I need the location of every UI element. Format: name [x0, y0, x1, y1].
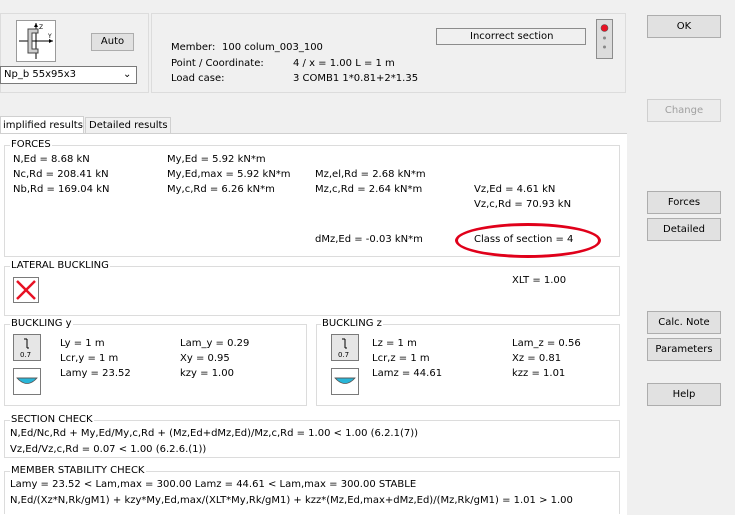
status-text: Incorrect section	[470, 31, 554, 42]
buckling-kzy: kzy = 1.00	[180, 368, 234, 379]
forces-title: FORCES	[10, 139, 52, 151]
buckling-lam-z: Lam_z = 0.56	[512, 338, 581, 349]
forces-mz-c-rd: Mz,c,Rd = 2.64 kN*m	[315, 184, 423, 195]
status-box: Incorrect section	[436, 28, 586, 45]
buckling-z-deformation-icon[interactable]	[331, 368, 359, 395]
svg-text:Z: Z	[39, 24, 43, 31]
forces-n-ed: N,Ed = 8.68 kN	[13, 154, 90, 165]
buckling-lz: Lz = 1 m	[372, 338, 417, 349]
section-check-line1: N,Ed/Nc,Rd + My,Ed/My,c,Rd + (Mz,Ed+dMz,…	[10, 428, 419, 439]
buckling-lamz: Lamz = 44.61	[372, 368, 443, 379]
buckling-y-group	[4, 324, 307, 406]
buckling-z-group	[316, 324, 620, 406]
buckling-length-icon: 0.7	[338, 338, 349, 359]
member-value: 100 colum_003_100	[222, 42, 323, 53]
forces-button[interactable]: Forces	[647, 191, 721, 214]
buckling-z-length-icon[interactable]: 0.7	[331, 334, 359, 361]
chevron-down-icon: ⌄	[123, 69, 132, 80]
buckling-lamy: Lamy = 23.52	[60, 368, 131, 379]
buckling-xz: Xz = 0.81	[512, 353, 562, 364]
section-profile-button[interactable]: Z Y	[16, 20, 56, 62]
forces-mz-el-rd: Mz,el,Rd = 2.68 kN*m	[315, 169, 426, 180]
forces-my-ed: My,Ed = 5.92 kN*m	[167, 154, 266, 165]
buckling-length-icon: 0.7	[20, 338, 31, 359]
forces-nc-rd: Nc,Rd = 208.41 kN	[13, 169, 109, 180]
tab-detailed-label: Detailed results	[89, 120, 168, 131]
loadcase-value: 3 COMB1 1*0.81+2*1.35	[293, 73, 419, 84]
detailed-button[interactable]: Detailed	[647, 218, 721, 241]
ok-button[interactable]: OK	[647, 15, 721, 38]
lateral-status-icon	[13, 277, 39, 303]
buckling-shape-icon	[334, 377, 356, 384]
tab-simplified-label: implified results	[3, 120, 83, 131]
help-button[interactable]: Help	[647, 383, 721, 406]
section-check-line2: Vz,Ed/Vz,c,Rd = 0.07 < 1.00 (6.2.6.(1))	[10, 444, 207, 455]
profile-select[interactable]: Np_b 55x95x3 ⌄	[0, 66, 137, 84]
parameters-button[interactable]: Parameters	[647, 338, 721, 361]
profile-select-value: Np_b 55x95x3	[4, 69, 77, 80]
tab-detailed-results[interactable]: Detailed results	[85, 117, 171, 133]
lateral-xlt: XLT = 1.00	[512, 275, 567, 286]
traffic-light-icon-svg	[600, 24, 609, 49]
member-check-line1: Lamy = 23.52 < Lam,max = 300.00 Lamz = 4…	[10, 479, 417, 490]
lateral-group	[4, 266, 620, 316]
tab-simplified-results[interactable]: implified results	[0, 116, 84, 134]
point-label: Point / Coordinate:	[171, 58, 264, 69]
traffic-light-icon	[596, 19, 613, 59]
buckling-ly: Ly = 1 m	[60, 338, 105, 349]
svg-text:Y: Y	[47, 33, 52, 40]
buckling-xy: Xy = 0.95	[180, 353, 230, 364]
buckling-lcr-y: Lcr,y = 1 m	[60, 353, 119, 364]
buckling-y-deformation-icon[interactable]	[13, 368, 41, 395]
calc-note-button[interactable]: Calc. Note	[647, 311, 721, 334]
class-annotation-ellipse	[455, 223, 601, 258]
buckling-z-title: BUCKLING z	[321, 318, 383, 330]
change-button[interactable]: Change	[647, 99, 721, 122]
auto-button[interactable]: Auto	[91, 33, 134, 51]
forces-vz-ed: Vz,Ed = 4.61 kN	[474, 184, 556, 195]
forces-nb-rd: Nb,Rd = 169.04 kN	[13, 184, 110, 195]
forces-my-ed-max: My,Ed,max = 5.92 kN*m	[167, 169, 291, 180]
buckling-y-factor: 0.7	[20, 351, 31, 359]
buckling-kzz: kzz = 1.01	[512, 368, 566, 379]
loadcase-label: Load case:	[171, 73, 225, 84]
forces-my-c-rd: My,c,Rd = 6.26 kN*m	[167, 184, 275, 195]
section-check-title: SECTION CHECK	[10, 414, 94, 426]
member-label: Member:	[171, 42, 216, 53]
close-icon	[16, 280, 36, 300]
forces-vz-c-rd: Vz,c,Rd = 70.93 kN	[474, 199, 572, 210]
buckling-lam-y: Lam_y = 0.29	[180, 338, 250, 349]
member-check-group	[4, 471, 620, 514]
section-profile-icon: Z Y	[19, 23, 53, 59]
buckling-y-title: BUCKLING y	[10, 318, 73, 330]
point-value: 4 / x = 1.00 L = 1 m	[293, 58, 395, 69]
buckling-y-length-icon[interactable]: 0.7	[13, 334, 41, 361]
lateral-title: LATERAL BUCKLING	[10, 260, 110, 272]
member-check-title: MEMBER STABILITY CHECK	[10, 465, 146, 477]
member-check-line2: N,Ed/(Xz*N,Rk/gM1) + kzy*My,Ed,max/(XLT*…	[10, 495, 573, 506]
buckling-shape-icon	[16, 377, 38, 384]
buckling-z-factor: 0.7	[338, 351, 349, 359]
forces-dmz-ed: dMz,Ed = -0.03 kN*m	[315, 234, 423, 245]
buckling-lcr-z: Lcr,z = 1 m	[372, 353, 430, 364]
